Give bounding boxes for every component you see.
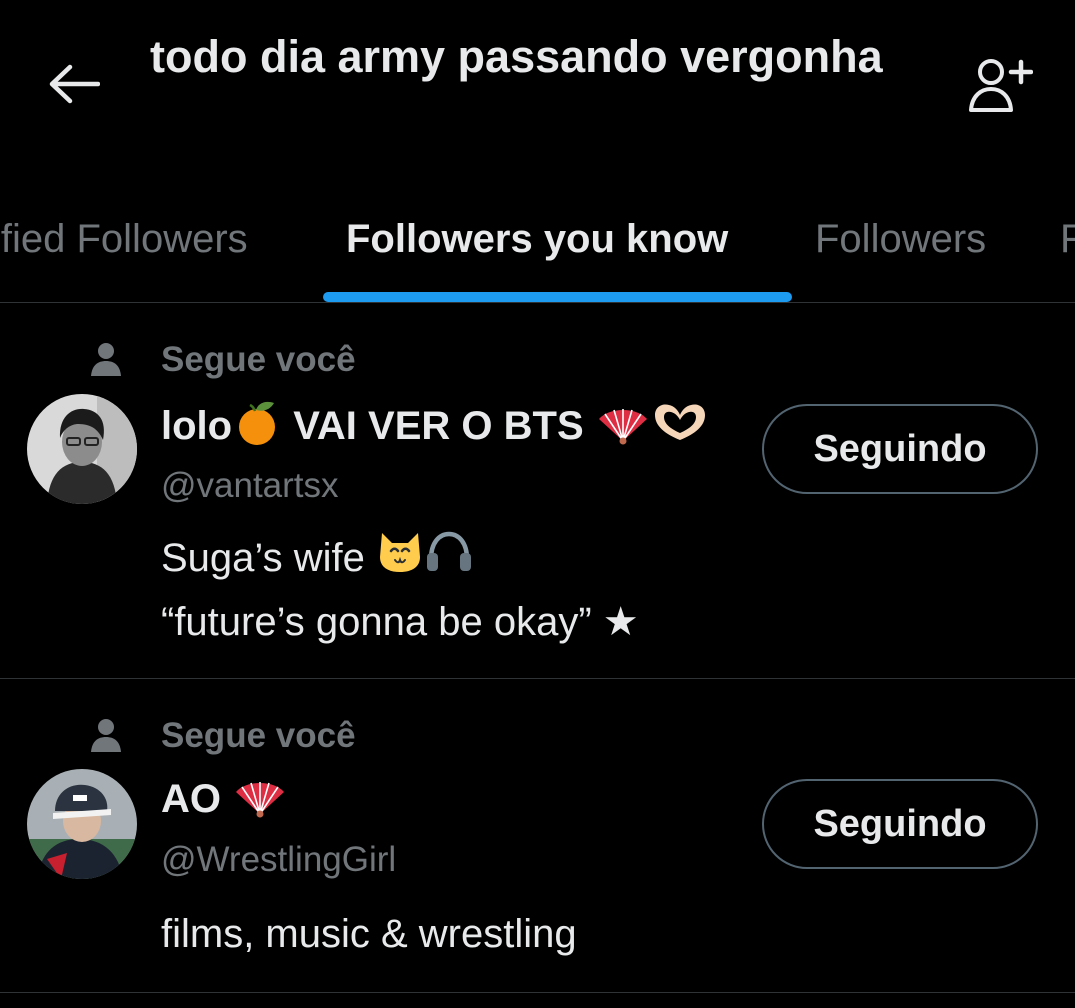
tab-following[interactable]: F <box>1060 214 1075 264</box>
bio-line-2: “future’s gonna be okay” ★ <box>161 600 639 645</box>
user-cell[interactable]: Segue você lolo VAI VER O BTS @vantartsx… <box>0 303 1075 679</box>
following-button[interactable]: Seguindo <box>762 404 1038 494</box>
user-handle: @WrestlingGirl <box>161 840 397 879</box>
headphones-icon <box>424 529 474 591</box>
bio-line-1-text: Suga’s wife <box>161 536 376 580</box>
follows-you-label: Segue você <box>161 716 356 755</box>
display-name: lolo VAI VER O BTS <box>161 399 709 458</box>
display-name: AO <box>161 774 288 829</box>
tangerine-icon <box>232 399 282 458</box>
social-context: Segue você <box>86 339 356 379</box>
display-name-text: AO <box>161 777 233 822</box>
follows-you-label: Segue você <box>161 340 356 379</box>
cat-face-icon <box>376 529 424 591</box>
user-bio: films, music & wrestling <box>161 903 577 965</box>
top-app-bar: todo dia army passando vergonha <box>0 0 1075 175</box>
person-icon <box>86 339 126 379</box>
user-handle: @vantartsx <box>161 466 339 505</box>
back-button[interactable] <box>38 48 110 120</box>
avatar[interactable] <box>27 769 137 879</box>
display-name-text-rest: VAI VER O BTS <box>282 404 595 449</box>
followers-tab-bar: ified Followers Followers you know Follo… <box>0 190 1075 303</box>
display-name-text: lolo <box>161 404 233 449</box>
arrow-left-icon <box>49 64 100 104</box>
person-icon <box>86 715 126 755</box>
tab-followers[interactable]: Followers <box>815 214 986 264</box>
follow-user-button[interactable] <box>958 50 1042 122</box>
social-context: Segue você <box>86 715 356 755</box>
page-title: todo dia army passando vergonha <box>150 31 883 82</box>
following-button[interactable]: Seguindo <box>762 779 1038 869</box>
person-add-icon <box>969 59 1033 112</box>
tab-followers-you-know[interactable]: Followers you know <box>346 214 728 264</box>
bio-line-1: Suga’s wife <box>161 527 639 591</box>
folding-fan-icon <box>595 401 651 456</box>
bio-line-1: films, music & wrestling <box>161 912 577 956</box>
heart-hands-icon <box>651 400 709 457</box>
tab-verified-followers[interactable]: ified Followers <box>0 214 248 264</box>
folding-fan-icon <box>232 774 288 829</box>
user-cell[interactable]: Segue você AO @WrestlingGirl films, musi… <box>0 679 1075 993</box>
avatar[interactable] <box>27 394 137 504</box>
active-tab-indicator <box>323 292 792 302</box>
user-bio: Suga’s wife “future’s gonna be okay” ★ <box>161 527 639 653</box>
